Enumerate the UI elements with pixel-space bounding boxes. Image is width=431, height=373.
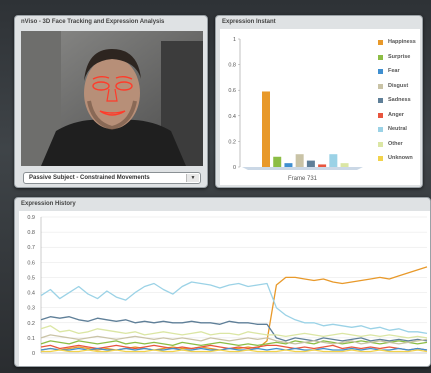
bar-floor: [242, 167, 363, 170]
history-series-line-5: [40, 334, 428, 345]
instant-chart-area: 0 0.2 0.4 0.6 0.8 1 Frame 731 Happiness Surpris…: [220, 29, 420, 185]
chevron-down-icon[interactable]: ▼: [186, 174, 199, 182]
legend-label: Happiness: [388, 39, 416, 45]
legend-swatch: [378, 156, 383, 161]
legend-label: Anger: [388, 111, 404, 118]
y-tick-label: 0.2: [27, 321, 35, 327]
y-tick-label: 0: [32, 351, 35, 357]
y-tick-label: 0.4: [27, 291, 35, 297]
y-tick-label: 0.7: [27, 245, 35, 251]
y-tick-label: 0.8: [228, 63, 236, 69]
y-tick-label: 0.4: [228, 114, 236, 120]
legend-swatch: [378, 40, 383, 45]
dropdown-selected-value: Passive Subject - Constrained Movements: [29, 175, 150, 181]
bar-sadness: [306, 160, 315, 167]
legend-label: Other: [388, 140, 403, 147]
history-series-line-0: [40, 266, 428, 351]
legend-swatch: [378, 54, 383, 60]
legend-label: Surprise: [388, 53, 411, 60]
bar-other: [340, 163, 349, 167]
expression-instant-title: Expression Instant: [222, 19, 276, 25]
y-tick-label: 0.6: [27, 260, 35, 266]
bar-fear: [284, 163, 293, 167]
expression-instant-chart: 0 0.2 0.4 0.6 0.8 1 Frame 731: [228, 37, 363, 182]
expression-instant-panel: Expression Instant 0 0.2 0.4 0.6 0.8 1 Frame 7…: [215, 15, 423, 188]
x-axis-label: Frame 731: [288, 176, 318, 182]
face-video-feed: [21, 31, 203, 166]
expression-history-chart: 0 0.1 0.2 0.3 0.4 0.5 0.6 0.7 0.8 0.9: [27, 215, 428, 357]
legend-label: Disgust: [388, 82, 409, 89]
y-tick-label: 0.8: [27, 230, 35, 236]
legend-swatch: [378, 112, 383, 118]
legend-swatch: [378, 83, 383, 89]
legend-label: Fear: [388, 68, 400, 74]
legend-label: Sadness: [388, 97, 411, 103]
subject-mode-dropdown[interactable]: Passive Subject - Constrained Movements …: [23, 172, 201, 184]
expression-history-title: Expression History: [21, 201, 76, 207]
bar-anger: [318, 164, 327, 167]
legend-swatch: [378, 98, 383, 103]
y-tick-label: 0.5: [27, 275, 35, 281]
legend-swatch: [378, 69, 383, 74]
y-tick-label: 0.2: [228, 139, 236, 145]
history-chart-area: 0 0.1 0.2 0.3 0.4 0.5 0.6 0.7 0.8 0.9: [19, 211, 430, 366]
bar-disgust: [295, 154, 304, 167]
legend-label: Neutral: [388, 126, 407, 132]
y-tick-label: 0.3: [27, 306, 35, 312]
y-tick-label: 0.6: [228, 88, 236, 94]
y-tick-label: 0: [233, 165, 236, 171]
y-tick-label: 1: [233, 37, 236, 43]
legend-swatch: [378, 127, 383, 132]
bar-surprise: [273, 156, 282, 167]
face-tracking-image: [21, 31, 203, 166]
bar-happiness: [262, 91, 270, 167]
legend-label: Unknown: [388, 155, 413, 161]
legend-swatch: [378, 141, 383, 147]
bar-neutral: [329, 154, 338, 167]
y-tick-label: 0.1: [27, 336, 35, 342]
video-panel-title: nViso - 3D Face Tracking and Expression …: [21, 19, 165, 25]
video-panel: nViso - 3D Face Tracking and Expression …: [14, 15, 208, 188]
y-tick-label: 0.9: [27, 215, 35, 221]
expression-history-panel: Expression History 0 0.1 0.2 0.3 0.4 0.5 0.6 0.…: [14, 197, 431, 367]
